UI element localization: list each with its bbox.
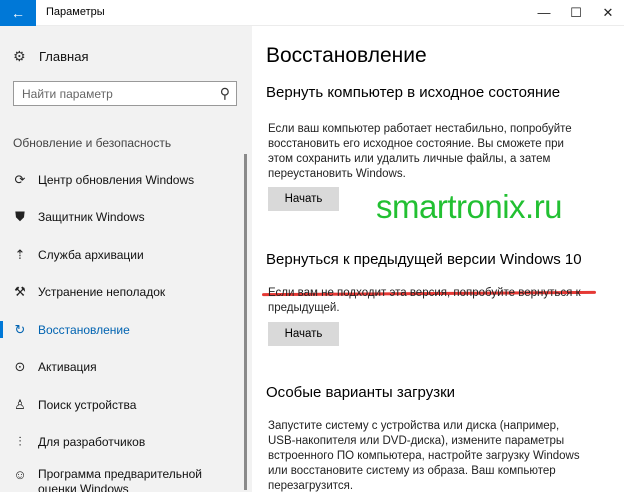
advanced-description: Запустите систему с устройства или диска… bbox=[268, 420, 580, 492]
sidebar-item-label: Для разработчиков bbox=[38, 435, 146, 450]
close-button[interactable]: ✕ bbox=[592, 0, 624, 26]
window-title: Параметры bbox=[46, 6, 105, 18]
recovery-icon: ↻ bbox=[14, 321, 26, 337]
sidebar-item-insider[interactable]: ☺ Программа предварительной оценки Windo… bbox=[0, 461, 244, 492]
rollback-heading: Вернуться к предыдущей версии Windows 10 bbox=[266, 251, 582, 268]
home-label: Главная bbox=[39, 49, 89, 64]
backup-arrow-icon: ⇡ bbox=[14, 246, 26, 262]
sidebar-item-label: Служба архивации bbox=[38, 247, 144, 262]
wrench-icon: ⚒ bbox=[14, 284, 26, 300]
search-icon[interactable]: ⚲ bbox=[220, 85, 230, 102]
sidebar-item-defender[interactable]: ⛊ Защитник Windows bbox=[0, 199, 244, 237]
maximize-button[interactable]: ☐ bbox=[560, 0, 592, 26]
reset-heading: Вернуть компьютер в исходное состояние bbox=[266, 84, 561, 101]
title-bar: ← Параметры — ☐ ✕ bbox=[0, 0, 624, 26]
rollback-start-button[interactable]: Начать bbox=[268, 322, 339, 346]
sidebar-nav: ⟳ Центр обновления Windows ⛊ Защитник Wi… bbox=[0, 161, 244, 492]
sidebar-item-label: Устранение неполадок bbox=[38, 285, 166, 300]
sidebar: ⚙ Главная ⚲ Обновление и безопасность ⟳ … bbox=[0, 26, 252, 492]
sidebar-item-developers[interactable]: ⫶ Для разработчиков bbox=[0, 424, 244, 462]
sidebar-item-label: Защитник Windows bbox=[38, 210, 145, 225]
gear-icon: ⚙ bbox=[13, 48, 26, 64]
back-button[interactable]: ← bbox=[0, 0, 36, 26]
refresh-icon: ⟳ bbox=[14, 171, 26, 187]
rollback-description: Если вам не подходит эта версия, попробу… bbox=[268, 287, 581, 314]
advanced-heading: Особые варианты загрузки bbox=[266, 384, 456, 401]
insider-smiley-icon: ☺ bbox=[13, 467, 27, 482]
activation-check-icon: ⊙ bbox=[14, 359, 26, 375]
reset-description: Если ваш компьютер работает нестабильно,… bbox=[268, 123, 572, 180]
sidebar-item-label: Центр обновления Windows bbox=[38, 172, 195, 187]
sidebar-item-activation[interactable]: ⊙ Активация bbox=[0, 349, 244, 387]
home-link[interactable]: ⚙ Главная bbox=[13, 48, 88, 65]
sidebar-item-windows-update[interactable]: ⟳ Центр обновления Windows bbox=[0, 161, 244, 199]
back-arrow-icon: ← bbox=[11, 5, 25, 21]
sidebar-item-backup[interactable]: ⇡ Служба архивации bbox=[0, 236, 244, 274]
section-title: Обновление и безопасность bbox=[13, 136, 172, 150]
minimize-button[interactable]: — bbox=[528, 0, 560, 26]
sidebar-item-label: Поиск устройства bbox=[38, 397, 137, 412]
page-title: Восстановление bbox=[266, 44, 427, 67]
sidebar-item-label: Активация bbox=[38, 360, 97, 375]
sidebar-item-recovery[interactable]: ↻ Восстановление bbox=[0, 311, 244, 349]
developer-sliders-icon: ⫶ bbox=[18, 434, 22, 450]
search-box[interactable]: ⚲ bbox=[13, 81, 237, 106]
shield-icon: ⛊ bbox=[15, 209, 25, 225]
main-content: Восстановление Вернуть компьютер в исход… bbox=[252, 26, 624, 492]
watermark: smartronix.ru bbox=[376, 188, 563, 225]
sidebar-scrollbar[interactable] bbox=[244, 154, 247, 490]
window-controls: — ☐ ✕ bbox=[528, 0, 624, 26]
search-input[interactable] bbox=[14, 82, 204, 105]
sidebar-item-troubleshoot[interactable]: ⚒ Устранение неполадок bbox=[0, 274, 244, 312]
sidebar-item-label: Восстановление bbox=[38, 322, 130, 337]
reset-start-button[interactable]: Начать bbox=[268, 187, 339, 211]
person-locate-icon: ♙ bbox=[14, 396, 26, 412]
sidebar-item-label: Программа предварительной оценки Windows bbox=[38, 467, 202, 492]
sidebar-item-find-device[interactable]: ♙ Поиск устройства bbox=[0, 386, 244, 424]
